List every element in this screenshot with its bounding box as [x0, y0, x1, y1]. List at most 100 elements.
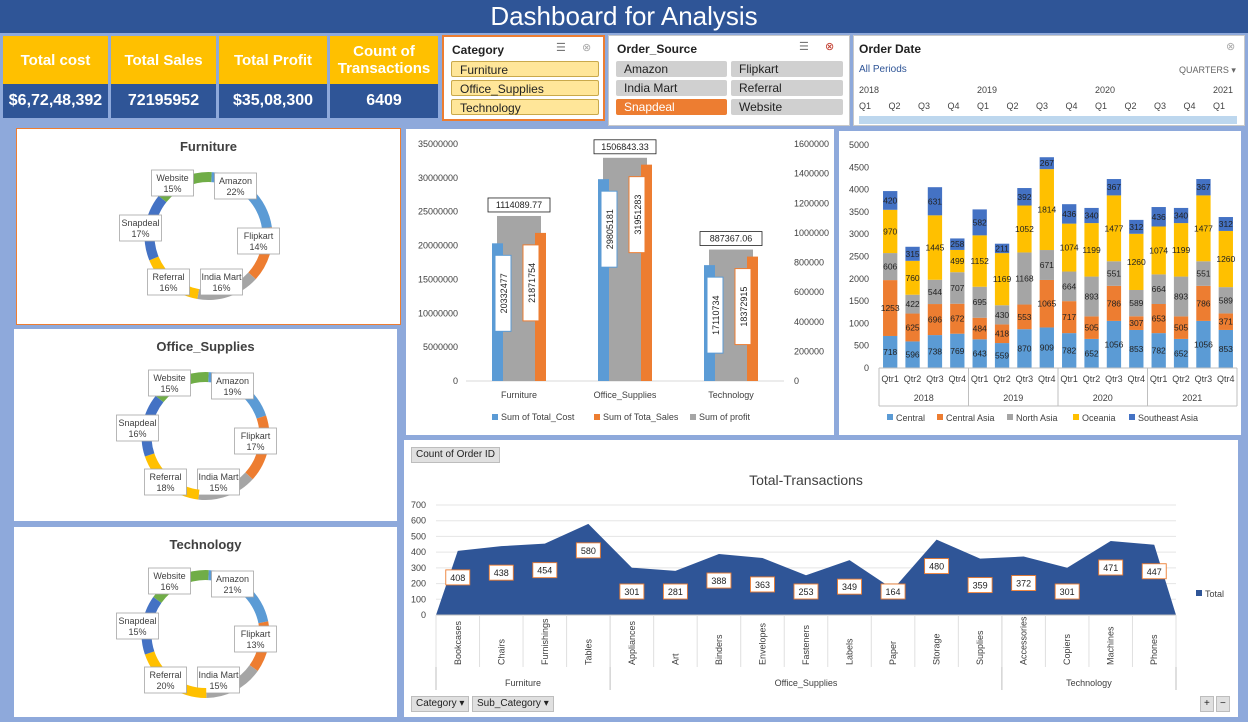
data-label: 301	[624, 587, 639, 597]
x-tick-label: Technology	[708, 390, 754, 400]
multi-select-icon[interactable]: ☰	[799, 40, 809, 53]
transactions-area-chart: Total-Transactions 0 100 200 300 400 500 600 700…	[411, 472, 1224, 690]
office-supplies-donut-panel: Office_Supplies Amazon 19% Flipkart 17% India…	[14, 329, 397, 521]
multi-select-icon[interactable]: ☰	[556, 41, 566, 54]
slicer-item-flipkart[interactable]: Flipkart	[731, 61, 843, 77]
timeline-bar[interactable]	[859, 116, 1237, 124]
kpi-total-sales: Total Sales 72195952	[111, 36, 216, 118]
slicer-item-amazon[interactable]: Amazon	[616, 61, 727, 77]
y-tick-label: 500	[854, 341, 869, 351]
slicer-item-furniture[interactable]: Furniture	[451, 61, 599, 77]
data-label: 301	[1060, 587, 1075, 597]
segment-label: 420	[883, 195, 897, 205]
year-label: 2019	[1003, 393, 1023, 403]
slice-label: Amazon	[216, 574, 249, 584]
sub-category-filter-button[interactable]: Sub_Category ▾	[472, 696, 554, 712]
kpi-value: 72195952	[111, 84, 216, 118]
slicer-item-india-mart[interactable]: India Mart	[616, 80, 727, 96]
segment-label: 551	[1107, 269, 1121, 279]
subcat-label: Envelopes	[757, 622, 767, 665]
timeline-quarter[interactable]: Q3	[1036, 101, 1048, 111]
subcat-label: Fasteners	[801, 624, 811, 665]
slicer-item-office-supplies[interactable]: Office_Supplies	[451, 80, 599, 96]
chart-title: Technology	[170, 537, 243, 552]
legend-label: North Asia	[1016, 413, 1058, 423]
legend-swatch	[1007, 414, 1013, 420]
segment-label: 786	[1196, 298, 1210, 308]
expand-button[interactable]: +	[1200, 696, 1214, 712]
timeline-quarter[interactable]: Q1	[977, 101, 989, 111]
segment-label: 1260	[1216, 254, 1235, 264]
quarter-label: Qtr1	[1060, 374, 1078, 384]
y-tick-label: 5000000	[423, 342, 458, 352]
segment-label: 1074	[1149, 245, 1168, 255]
segment-label: 553	[1017, 312, 1031, 322]
segment-label: 1074	[1060, 243, 1079, 253]
donut-label: Referral20%	[144, 666, 187, 694]
legend-swatch	[492, 414, 498, 420]
subcat-label: Bookcases	[453, 620, 463, 665]
category-filter-button[interactable]: Category ▾	[411, 696, 470, 712]
clear-filter-icon[interactable]: ⊗	[825, 40, 834, 53]
slice-value: 16%	[160, 582, 178, 592]
chart-title: Office_Supplies	[156, 339, 254, 354]
legend-swatch	[594, 414, 600, 420]
slicer-item-website[interactable]: Website	[731, 99, 843, 115]
data-label: 253	[798, 587, 813, 597]
y-tick-label: 0	[421, 610, 426, 620]
segment-label: 652	[1084, 348, 1098, 358]
count-of-order-id-button[interactable]: Count of Order ID	[411, 447, 500, 463]
clear-filter-icon[interactable]: ⊗	[582, 41, 591, 54]
donut-label: Snapdeal17%	[119, 214, 162, 242]
slice-value: 21%	[223, 585, 241, 595]
slicer-item-snapdeal[interactable]: Snapdeal	[616, 99, 727, 115]
timeline-quarter[interactable]: Q4	[948, 101, 960, 111]
collapse-button[interactable]: −	[1216, 696, 1230, 712]
data-label: 349	[842, 582, 857, 592]
quarter-label: Qtr1	[971, 374, 989, 384]
timeline-quarter[interactable]: Q2	[889, 101, 901, 111]
slice-value: 16%	[128, 429, 146, 439]
subcat-tick: Paper	[888, 641, 898, 665]
timeline-quarter[interactable]: Q2	[1007, 101, 1019, 111]
office-supplies-donut-chart: Office_Supplies Amazon19% Flipkart17% India…	[116, 339, 277, 500]
segment-label: 893	[1174, 291, 1188, 301]
segment-label: 1168	[1015, 273, 1034, 283]
timeline-quarter[interactable]: Q4	[1184, 101, 1196, 111]
legend-swatch	[690, 414, 696, 420]
kpi-value: $35,08,300	[219, 84, 327, 118]
timeline-title: Order Date	[859, 42, 922, 56]
quarter-label: Qtr1	[1150, 374, 1168, 384]
segment-label: 596	[905, 350, 919, 360]
segment-label: 430	[995, 310, 1009, 320]
kpi-value: 6409	[330, 84, 438, 118]
timeline-quarter[interactable]: Q1	[1213, 101, 1225, 111]
slicer-item-technology[interactable]: Technology	[451, 99, 599, 115]
quarter-label: Qtr2	[904, 374, 922, 384]
slice-value: 15%	[209, 681, 227, 691]
slicer-item-referral[interactable]: Referral	[731, 80, 843, 96]
filter-label: Sub_Category	[477, 698, 541, 709]
y-tick-label: 700	[411, 500, 426, 510]
timeline-quarter[interactable]: Q3	[1154, 101, 1166, 111]
y-tick-label: 2000	[849, 274, 869, 284]
segment-label: 418	[995, 329, 1009, 339]
timeline-quarter[interactable]: Q3	[918, 101, 930, 111]
timeline-quarter[interactable]: Q1	[1095, 101, 1107, 111]
slice-label: Referral	[152, 272, 184, 282]
timeline-level-dropdown[interactable]: QUARTERS ▾	[1179, 65, 1236, 76]
timeline-quarter[interactable]: Q2	[1125, 101, 1137, 111]
order-source-slicer: Order_Source ☰ ⊗ Amazon Flipkart India M…	[608, 35, 850, 126]
clear-filter-icon[interactable]: ⊗	[1226, 40, 1235, 53]
timeline-quarter[interactable]: Q1	[859, 101, 871, 111]
profit-label: 1506843.33	[601, 142, 649, 152]
segment-label: 1065	[1037, 299, 1056, 309]
segment-label: 653	[1152, 314, 1166, 324]
kpi-label: Total cost	[3, 36, 108, 84]
y-tick-label: 600	[411, 516, 426, 526]
legend-label: Central	[896, 413, 925, 423]
timeline-quarter[interactable]: Q4	[1066, 101, 1078, 111]
y2-tick-label: 600000	[794, 287, 824, 297]
order-date-timeline: Order Date ⊗ All Periods QUARTERS ▾ 2018…	[853, 35, 1245, 126]
kpi-label: Total Sales	[111, 36, 216, 84]
